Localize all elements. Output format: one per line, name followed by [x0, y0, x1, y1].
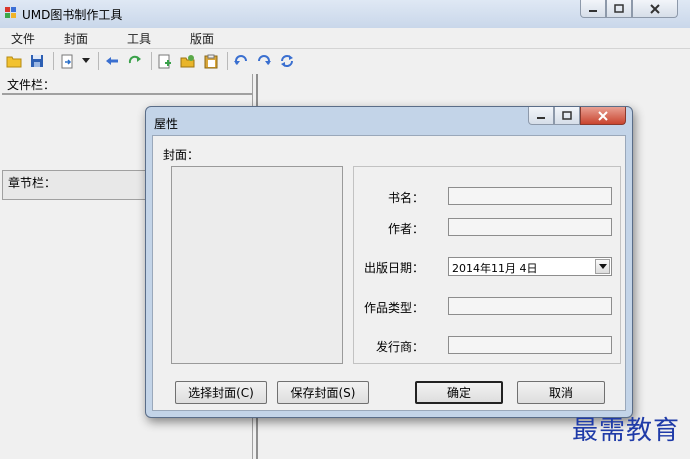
export-button[interactable] [57, 51, 77, 71]
properties-dialog: 屋性 封面： 书名： 作者： 出版日期： 2014年11月 4日 作品类型： 发… [145, 106, 633, 418]
window-title: UMD图书制作工具 [22, 8, 123, 22]
book-name-input[interactable] [448, 187, 612, 205]
toolbar-separator [227, 52, 228, 70]
refresh-icon [281, 55, 293, 67]
cancel-button[interactable]: 取消 [517, 381, 605, 404]
select-cover-button[interactable]: 选择封面(C) [175, 381, 267, 404]
dialog-maximize-button[interactable] [554, 107, 580, 125]
menu-file[interactable]: 文件 [0, 30, 53, 47]
publisher-input[interactable] [448, 336, 612, 354]
open-folder-icon [6, 56, 22, 68]
redo-button[interactable] [254, 51, 274, 71]
paste-button[interactable] [201, 51, 221, 71]
watermark: 最需教育 [571, 416, 680, 446]
toolbar-separator [98, 52, 99, 70]
forward-button[interactable] [125, 51, 145, 71]
close-button[interactable] [632, 0, 678, 18]
toolbar [0, 49, 690, 73]
publish-date-picker[interactable]: 2014年11月 4日 [448, 257, 612, 276]
book-name-label: 书名： [387, 191, 424, 205]
book-info-group: 书名： 作者： 出版日期： 2014年11月 4日 作品类型： 发行商： [353, 166, 621, 364]
minimize-icon [537, 116, 545, 119]
app-icon [5, 7, 16, 18]
menu-tools[interactable]: 工具 [116, 30, 179, 47]
publish-date-label: 出版日期： [363, 261, 424, 275]
dropdown-arrow-icon [82, 58, 90, 63]
date-dropdown-button[interactable] [595, 259, 610, 274]
cover-preview [171, 166, 343, 364]
add-document-icon [158, 54, 171, 68]
minimize-icon [589, 9, 597, 12]
file-panel-label: 文件栏： [7, 78, 56, 92]
close-icon [598, 110, 608, 121]
undo-button[interactable] [231, 51, 251, 71]
maximize-icon [562, 111, 572, 120]
save-button[interactable] [27, 51, 47, 71]
maximize-button[interactable] [606, 0, 632, 18]
refresh-button[interactable] [277, 51, 297, 71]
forward-arrow-icon [128, 55, 141, 64]
genre-label: 作品类型： [363, 301, 424, 315]
dialog-minimize-button[interactable] [528, 107, 554, 125]
back-button[interactable] [102, 51, 122, 71]
export-icon [61, 54, 73, 68]
close-icon [650, 3, 660, 14]
back-arrow-icon [106, 57, 118, 65]
export-dropdown[interactable] [80, 51, 92, 71]
menu-cover[interactable]: 封面 [53, 30, 116, 47]
toolbar-separator [151, 52, 152, 70]
clipboard-icon [204, 54, 218, 68]
redo-icon [258, 55, 271, 65]
ok-button[interactable]: 确定 [415, 381, 503, 404]
publisher-label: 发行商： [375, 340, 424, 354]
file-panel-divider [2, 93, 252, 95]
minimize-button[interactable] [580, 0, 606, 18]
window-controls [580, 0, 678, 18]
author-input[interactable] [448, 218, 612, 236]
author-label: 作者： [387, 222, 424, 236]
maximize-icon [614, 4, 624, 13]
save-icon [31, 55, 43, 67]
dialog-close-button[interactable] [580, 107, 626, 125]
save-cover-button[interactable]: 保存封面(S) [277, 381, 369, 404]
genre-input[interactable] [448, 297, 612, 315]
chevron-down-icon [598, 264, 607, 269]
menu-bar: 文件 封面 工具 版面 [0, 28, 690, 49]
dialog-title: 屋性 [154, 117, 179, 131]
dialog-window-controls [528, 107, 626, 125]
folder-button[interactable] [178, 51, 198, 71]
folder-icon [180, 54, 195, 67]
add-document-button[interactable] [155, 51, 175, 71]
open-button[interactable] [4, 51, 24, 71]
undo-icon [234, 55, 247, 65]
menu-layout[interactable]: 版面 [179, 30, 232, 47]
title-bar: UMD图书制作工具 [0, 0, 690, 28]
publish-date-value: 2014年11月 4日 [452, 262, 538, 275]
cover-label: 封面： [163, 148, 200, 162]
chapter-panel-label: 章节栏： [8, 176, 57, 190]
toolbar-separator [53, 52, 54, 70]
dialog-body: 封面： 书名： 作者： 出版日期： 2014年11月 4日 作品类型： 发行商：… [152, 135, 626, 411]
